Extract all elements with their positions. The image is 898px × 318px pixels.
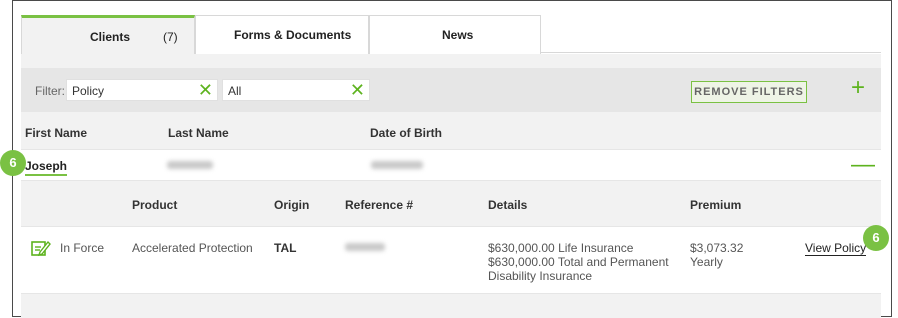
- client-dob-redacted: [371, 161, 423, 169]
- policy-filter-value: Policy: [72, 84, 105, 98]
- remove-filters-button[interactable]: REMOVE FILTERS: [691, 81, 807, 103]
- policy-row: In Force Accelerated Protection TAL $630…: [21, 226, 881, 294]
- policy-details: $630,000.00 Life Insurance $630,000.00 T…: [488, 241, 669, 283]
- policy-status: In Force: [60, 241, 105, 255]
- main-frame: Clients (7) Forms & Documents News Filte…: [12, 0, 892, 318]
- view-policy-link[interactable]: View Policy: [805, 241, 867, 256]
- tab-bar: Clients (7) Forms & Documents News: [21, 15, 881, 54]
- clear-policy-filter-icon[interactable]: ✕: [198, 80, 213, 100]
- step-badge-client: 6: [0, 150, 26, 176]
- collapse-minus-icon[interactable]: —: [851, 153, 875, 177]
- tab-clients[interactable]: Clients (7): [21, 15, 195, 54]
- details-line-3: Disability Insurance: [488, 269, 593, 283]
- tab-forms-documents[interactable]: Forms & Documents: [195, 15, 369, 54]
- policy-origin: TAL: [274, 241, 297, 255]
- reference-header: Reference #: [345, 198, 414, 212]
- step-badge-view-policy: 6: [863, 225, 889, 251]
- policy-filter-field[interactable]: Policy ✕: [66, 79, 218, 101]
- policy-document-edit-icon: [31, 240, 51, 257]
- tab-clients-count: (7): [163, 30, 178, 44]
- status-filter-field[interactable]: All ✕: [222, 79, 370, 101]
- policy-reference-redacted: [345, 243, 385, 251]
- details-line-1: $630,000.00 Life Insurance: [488, 241, 634, 255]
- filter-label: Filter:: [35, 84, 65, 98]
- policy-product: Accelerated Protection: [132, 241, 253, 255]
- tab-forms-label: Forms & Documents: [234, 28, 352, 42]
- client-first-name-link[interactable]: Joseph: [25, 159, 68, 176]
- client-last-name-redacted: [167, 161, 213, 169]
- premium-amount: $3,073.32: [690, 241, 744, 255]
- clients-panel: Filter: Policy ✕ All ✕ REMOVE FILTERS + …: [21, 54, 881, 318]
- first-name-header: First Name: [25, 126, 88, 140]
- client-row[interactable]: Joseph —: [21, 149, 881, 181]
- tab-news-label: News: [442, 28, 474, 42]
- policy-premium: $3,073.32 Yearly: [690, 241, 743, 269]
- premium-header: Premium: [690, 198, 742, 212]
- tab-clients-label: Clients: [90, 30, 131, 44]
- clear-status-filter-icon[interactable]: ✕: [350, 80, 365, 100]
- tab-news[interactable]: News: [369, 15, 541, 54]
- details-header: Details: [488, 198, 528, 212]
- origin-header: Origin: [274, 198, 310, 212]
- product-header: Product: [132, 198, 178, 212]
- dob-header: Date of Birth: [370, 126, 442, 140]
- premium-frequency: Yearly: [690, 255, 723, 269]
- details-line-2: $630,000.00 Total and Permanent: [488, 255, 669, 269]
- last-name-header: Last Name: [168, 126, 229, 140]
- filter-bar: Filter: Policy ✕ All ✕ REMOVE FILTERS +: [21, 68, 881, 112]
- status-filter-value: All: [228, 84, 242, 98]
- add-client-plus-icon[interactable]: +: [851, 76, 865, 100]
